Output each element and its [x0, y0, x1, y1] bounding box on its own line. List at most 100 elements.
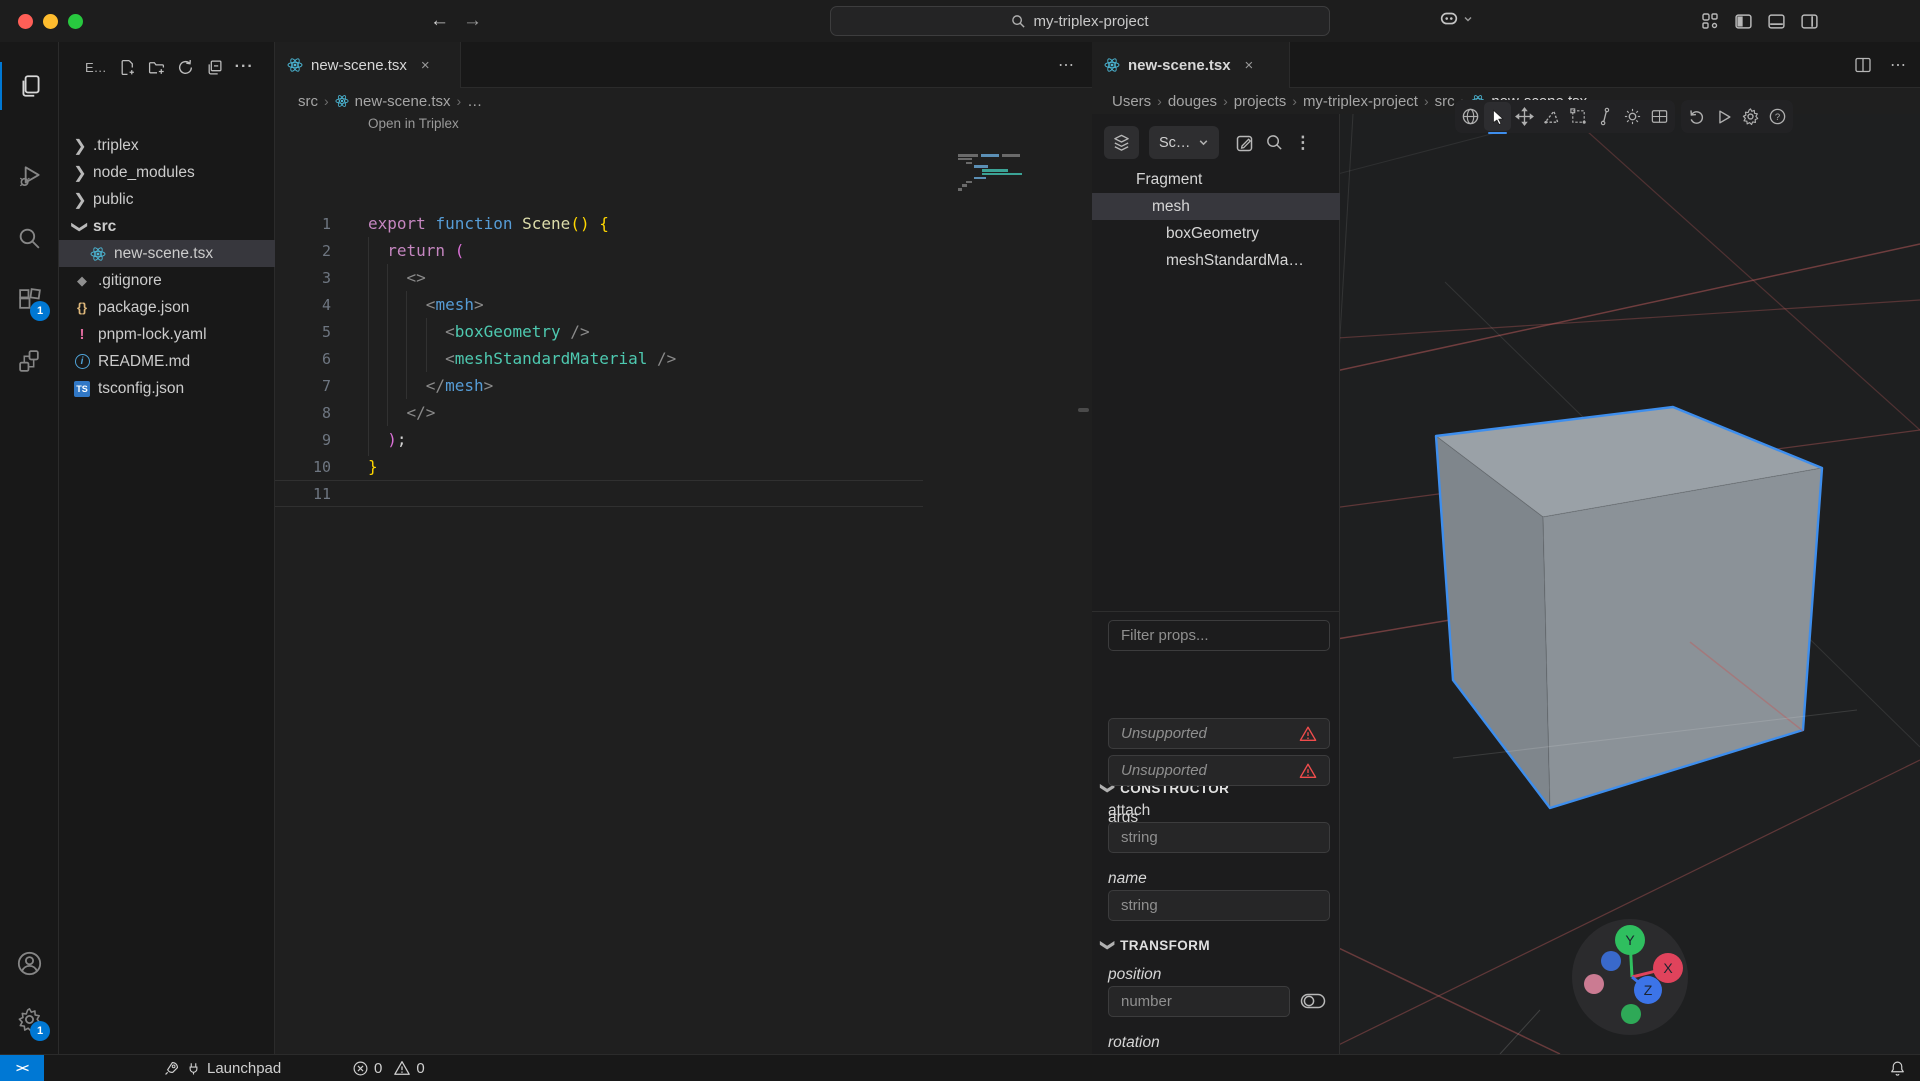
- chevron-right-icon: ❯: [73, 164, 87, 182]
- accounts-button[interactable]: [0, 939, 59, 987]
- back-button[interactable]: ←: [430, 10, 449, 32]
- tab-triplex-new-scene[interactable]: new-scene.tsx ×: [1092, 42, 1290, 88]
- copilot-menu[interactable]: [1438, 8, 1473, 30]
- new-folder-button[interactable]: [148, 59, 165, 76]
- code-line[interactable]: 7 </mesh>: [275, 372, 1092, 399]
- file-row-readme[interactable]: i README.md: [59, 348, 275, 375]
- customize-layout-button[interactable]: [1698, 9, 1722, 33]
- select-tool-button[interactable]: [1484, 102, 1511, 134]
- close-tab-icon[interactable]: ×: [421, 57, 430, 74]
- triplex-tab-bar: new-scene.tsx × ⋯: [1092, 42, 1920, 88]
- file-row-pnpm-lock[interactable]: ! pnpm-lock.yaml: [59, 321, 275, 348]
- scene-node-fragment[interactable]: Fragment: [1092, 166, 1340, 193]
- svg-text:Y: Y: [1625, 932, 1635, 948]
- args-unsupported-field-2: Unsupported: [1108, 755, 1330, 786]
- code-line[interactable]: 6 <meshStandardMaterial />: [275, 345, 1092, 372]
- camera-globe-button[interactable]: [1457, 102, 1484, 131]
- code-line[interactable]: 5 <boxGeometry />: [275, 318, 1092, 345]
- file-row-triplex[interactable]: ❯ .triplex: [59, 132, 275, 159]
- file-row-gitignore[interactable]: ◆ .gitignore: [59, 267, 275, 294]
- editor-tab-bar: new-scene.tsx × ⋯: [275, 42, 1092, 88]
- name-input[interactable]: string: [1108, 890, 1330, 921]
- toggle-primary-sidebar-button[interactable]: [1731, 9, 1755, 33]
- editor-actions[interactable]: ⋯: [1058, 42, 1074, 88]
- help-button[interactable]: ?: [1764, 102, 1791, 131]
- tab-new-scene[interactable]: new-scene.tsx ×: [275, 42, 461, 88]
- scene-node-boxgeometry[interactable]: boxGeometry: [1092, 220, 1340, 247]
- translate-tool-button[interactable]: [1511, 102, 1538, 131]
- code-line[interactable]: 8 </>: [275, 399, 1092, 426]
- extensions-view-button[interactable]: 1: [0, 275, 59, 323]
- play-button[interactable]: [1710, 102, 1737, 131]
- code-line[interactable]: 1 export function Scene() {: [275, 210, 1092, 237]
- settings-button[interactable]: [1737, 102, 1764, 131]
- remote-explorer-view-button[interactable]: [0, 336, 59, 384]
- panel-divider: [1092, 611, 1340, 612]
- grid-toggle-button[interactable]: [1646, 102, 1673, 131]
- forward-button[interactable]: →: [463, 10, 482, 32]
- transform-marquee-button[interactable]: [1565, 102, 1592, 131]
- file-row-new-scene[interactable]: new-scene.tsx: [59, 240, 275, 267]
- command-center[interactable]: my-triplex-project: [830, 6, 1330, 36]
- yaml-icon: !: [79, 326, 85, 343]
- run-debug-view-button[interactable]: [0, 152, 59, 200]
- rotate-tool-button[interactable]: [1538, 102, 1565, 131]
- remote-indicator[interactable]: ><: [0, 1055, 44, 1081]
- file-row-tsconfig[interactable]: TS tsconfig.json: [59, 375, 275, 402]
- filter-props-input[interactable]: Filter props...: [1108, 620, 1330, 651]
- code-line[interactable]: 2 return (: [275, 237, 1092, 264]
- more-actions-button[interactable]: ···: [235, 58, 254, 76]
- minimize-window-button[interactable]: [43, 14, 58, 29]
- scene-node-meshstandardmaterial[interactable]: meshStandardMa…: [1092, 247, 1340, 274]
- indent-guide: [406, 291, 407, 399]
- scene-select-dropdown[interactable]: Sc…: [1149, 126, 1220, 159]
- scene-more-button[interactable]: ⋮: [1294, 133, 1311, 153]
- explorer-view-button[interactable]: [0, 62, 59, 110]
- refresh-icon[interactable]: [177, 59, 194, 76]
- code-line[interactable]: 3 <>: [275, 264, 1092, 291]
- scale-tool-button[interactable]: [1592, 102, 1619, 131]
- toggle-panel-button[interactable]: [1764, 9, 1788, 33]
- transform-section-header[interactable]: ❯ TRANSFORM: [1101, 937, 1210, 954]
- problems-status-item[interactable]: 0 0: [352, 1055, 425, 1081]
- launchpad-status-item[interactable]: Launchpad: [163, 1055, 281, 1081]
- folder-row-src[interactable]: ❯ src: [59, 213, 275, 240]
- scene-layers-button[interactable]: [1104, 126, 1139, 159]
- settings-badge: 1: [30, 1021, 50, 1041]
- collapse-folders-button[interactable]: [206, 59, 223, 76]
- close-window-button[interactable]: [18, 14, 33, 29]
- position-label: position: [1108, 966, 1162, 983]
- file-row-node-modules[interactable]: ❯ node_modules: [59, 159, 275, 186]
- edit-scene-button[interactable]: [1235, 133, 1255, 153]
- split-editor-button[interactable]: [1854, 56, 1872, 74]
- close-tab-icon[interactable]: ×: [1245, 57, 1254, 74]
- info-icon: i: [73, 354, 91, 369]
- search-view-button[interactable]: [0, 214, 59, 262]
- zoom-window-button[interactable]: [68, 14, 83, 29]
- position-input[interactable]: number: [1108, 986, 1290, 1017]
- code-line[interactable]: 10}: [275, 453, 1092, 480]
- scene-node-mesh[interactable]: mesh: [1092, 193, 1340, 220]
- search-scene-button[interactable]: [1265, 133, 1284, 152]
- file-row-public[interactable]: ❯ public: [59, 186, 275, 213]
- notifications-bell[interactable]: [1889, 1055, 1906, 1081]
- sash-handle[interactable]: [1078, 408, 1089, 412]
- code-editor[interactable]: Open in Triplex 1 export function Scene()…: [275, 114, 1092, 1054]
- attach-label: attach: [1108, 802, 1151, 819]
- scene-panel: Sc… ⋮ Fragment mesh boxGeometry meshStan…: [1092, 114, 1340, 1054]
- attach-input[interactable]: string: [1108, 822, 1330, 853]
- lighting-toggle-button[interactable]: [1619, 102, 1646, 131]
- breadcrumb[interactable]: src › new-scene.tsx › …: [275, 88, 1092, 114]
- toggle-secondary-sidebar-button[interactable]: [1797, 9, 1821, 33]
- more-actions-button[interactable]: ⋯: [1890, 55, 1906, 75]
- new-file-button[interactable]: [119, 59, 136, 76]
- code-line[interactable]: 11: [275, 480, 923, 507]
- code-line[interactable]: 9 );: [275, 426, 1092, 453]
- code-line[interactable]: 4 <mesh>: [275, 291, 1092, 318]
- minimap[interactable]: [958, 154, 1048, 192]
- file-row-package-json[interactable]: {} package.json: [59, 294, 275, 321]
- position-toggle[interactable]: [1300, 992, 1326, 1010]
- settings-button[interactable]: 1: [0, 995, 59, 1043]
- undo-button[interactable]: [1683, 102, 1710, 131]
- open-in-triplex-codelens[interactable]: Open in Triplex: [368, 116, 459, 138]
